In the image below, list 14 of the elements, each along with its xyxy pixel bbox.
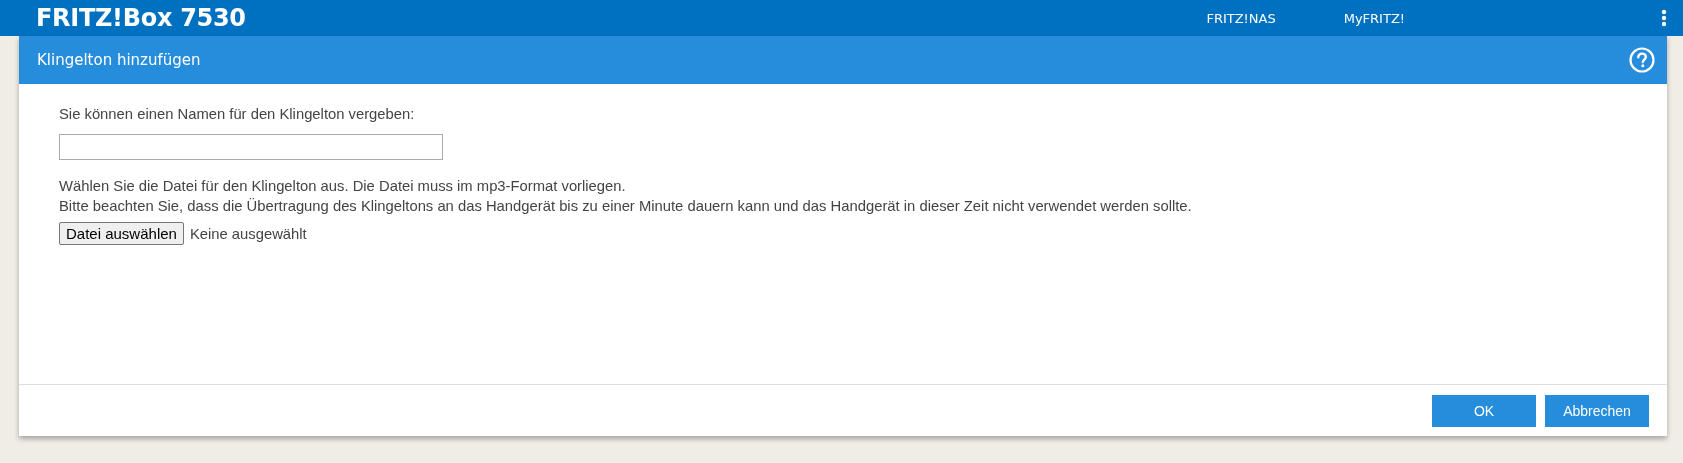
product-title: FRITZ!Box 7530 <box>36 4 246 32</box>
hint-text: Bitte beachten Sie, dass die Übertragung des Klingeltons an das Handgerät bis zu einer Minute dauern kann und das Handgerät in dieser Zeit nicht verwendet werden sollte. <box>59 197 1193 216</box>
file-status: Keine ausgewählt <box>189 225 307 242</box>
choose-file-button[interactable]: Datei auswählen <box>59 222 184 245</box>
help-icon[interactable] <box>1629 47 1655 73</box>
menu-icon[interactable] <box>1661 9 1667 27</box>
dialog-title: Klingelton hinzufügen <box>37 51 201 69</box>
ok-button[interactable]: OK <box>1432 394 1536 427</box>
nav-link[interactable]: FRITZ!NAS <box>1206 10 1276 26</box>
name-label: Sie können einen Namen für den Klingelton vergeben: <box>59 106 416 122</box>
cancel-button[interactable]: Abbrechen <box>1545 394 1649 427</box>
name-field[interactable] <box>59 134 443 160</box>
nav-link[interactable]: MyFRITZ! <box>1343 10 1405 26</box>
hint-text: Wählen Sie die Datei für den Klingelton aus. Die Datei muss im mp3-Format vorliegen. <box>59 177 627 196</box>
